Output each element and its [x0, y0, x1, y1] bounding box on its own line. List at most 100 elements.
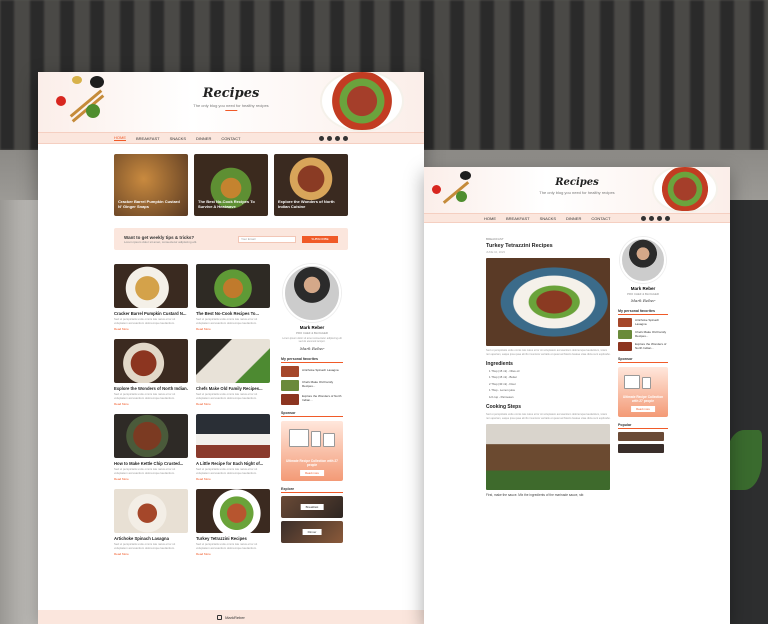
device-mockup: [323, 432, 335, 447]
favorite-title[interactable]: Artichoke Spinach Lasagna: [635, 318, 668, 326]
instagram-icon[interactable]: [665, 216, 670, 221]
recipe-image[interactable]: [196, 339, 270, 383]
favorites-heading: My personal favorites: [618, 309, 668, 315]
recipe-title[interactable]: A Little Recipe for Each Night of...: [196, 461, 270, 466]
recipe-card[interactable]: Explore the Wonders of North Indian... S…: [114, 339, 188, 406]
site-logo[interactable]: Recipes The only blog you need for healt…: [193, 86, 269, 111]
nav-snacks[interactable]: SNACKS: [170, 136, 186, 141]
featured-post[interactable]: Cracker Barrel Pumpkin Custard N' Ginger…: [114, 154, 188, 216]
header-decoration-left: [52, 74, 112, 130]
popular-thumb[interactable]: [618, 432, 664, 441]
favorite-item[interactable]: Chefs Make Old Family Recipes...: [618, 330, 668, 339]
recipe-title[interactable]: Turkey Tetrazzini Recipes: [196, 536, 270, 541]
email-input[interactable]: Your Email: [238, 235, 296, 243]
sponsor-button[interactable]: Read more: [300, 469, 324, 476]
nav-contact[interactable]: CONTACT: [221, 136, 240, 141]
nav-dinner[interactable]: DINNER: [566, 216, 581, 221]
favorite-title[interactable]: Chefs Make Old Family Recipes...: [635, 330, 668, 338]
favorite-thumb[interactable]: [281, 365, 299, 377]
instagram-icon[interactable]: [217, 614, 223, 620]
youtube-icon[interactable]: [657, 216, 662, 221]
recipe-image[interactable]: [196, 264, 270, 308]
featured-post[interactable]: The Best No-Cook Recipes To Survive A He…: [194, 154, 268, 216]
author-avatar: [620, 237, 666, 283]
recipe-image[interactable]: [114, 489, 188, 533]
recipe-card[interactable]: Cracker Barrel Pumpkin Custard N... Sed …: [114, 264, 188, 331]
favorite-thumb[interactable]: [618, 342, 632, 351]
sponsor-banner[interactable]: Ultimate Recipe Collection with 27 peopl…: [281, 420, 343, 481]
favorite-thumb[interactable]: [281, 379, 299, 391]
recipe-title[interactable]: Artichoke Spinach Lasagna: [114, 536, 188, 541]
recipe-card[interactable]: Chefs Make Old Family Recipes... Sed ut …: [196, 339, 270, 406]
explore-button[interactable]: Breakfast: [300, 503, 324, 510]
read-more-link[interactable]: Read More: [196, 327, 270, 331]
favorite-item[interactable]: Chefs Make Old Family Recipes...: [281, 379, 343, 391]
nav-breakfast[interactable]: BREAKFAST: [136, 136, 160, 141]
read-more-link[interactable]: Read More: [196, 552, 270, 556]
favorite-item[interactable]: Artichoke Spinach Lasagna: [281, 365, 343, 377]
read-more-link[interactable]: Read More: [114, 477, 188, 481]
recipe-title[interactable]: Explore the Wonders of North Indian...: [114, 386, 188, 391]
twitter-icon[interactable]: [649, 216, 654, 221]
recipe-image[interactable]: [114, 414, 188, 458]
nav-contact[interactable]: CONTACT: [591, 216, 610, 221]
favorite-title[interactable]: Chefs Make Old Family Recipes...: [302, 381, 343, 388]
read-more-link[interactable]: Read More: [114, 327, 188, 331]
nav-breakfast[interactable]: BREAKFAST: [506, 216, 530, 221]
favorite-thumb[interactable]: [618, 318, 632, 327]
step-image: [486, 424, 610, 491]
favorite-item[interactable]: Explore the Wonders of North Indian...: [281, 393, 343, 405]
sponsor-button[interactable]: Read more: [631, 406, 655, 412]
homepage-mockup: Recipes The only blog you need for healt…: [38, 72, 424, 624]
favorite-title[interactable]: Artichoke Spinach Lasagna: [302, 369, 339, 373]
favorite-thumb[interactable]: [281, 393, 299, 405]
recipe-image[interactable]: [114, 264, 188, 308]
nav-home[interactable]: HOME: [114, 135, 126, 141]
recipe-card[interactable]: Turkey Tetrazzini Recipes Sed ut perspic…: [196, 489, 270, 556]
read-more-link[interactable]: Read More: [114, 402, 188, 406]
popular-thumb[interactable]: [618, 444, 664, 453]
twitter-icon[interactable]: [327, 136, 332, 141]
favorite-item[interactable]: Artichoke Spinach Lasagna: [618, 318, 668, 327]
recipe-title[interactable]: How to Make Kettle Chip Crusted...: [114, 461, 188, 466]
recipe-image[interactable]: [114, 339, 188, 383]
featured-post[interactable]: Explore the Wonders of North Indian Cuis…: [274, 154, 348, 216]
explore-button[interactable]: Dinner: [302, 528, 322, 535]
post-category[interactable]: BREAKFAST: [486, 237, 612, 241]
favorite-item[interactable]: Explore the Wonders of North Indian...: [618, 342, 668, 351]
header-food-plate: [320, 72, 404, 132]
sponsor-banner[interactable]: Ultimate Recipe Collection with 27 peopl…: [618, 367, 668, 417]
nav-snacks[interactable]: SNACKS: [540, 216, 556, 221]
recipe-card[interactable]: How to Make Kettle Chip Crusted... Sed u…: [114, 414, 188, 481]
footer-handle[interactable]: MarkReber: [225, 615, 245, 620]
read-more-link[interactable]: Read More: [196, 402, 270, 406]
recipe-title[interactable]: The Best No-Cook Recipes To...: [196, 311, 270, 316]
explore-card[interactable]: Breakfast: [281, 495, 343, 518]
recipe-excerpt: Sed ut perspiciatis unde omnis iste natu…: [114, 318, 176, 325]
read-more-link[interactable]: Read More: [196, 477, 270, 481]
instagram-icon[interactable]: [343, 136, 348, 141]
recipe-image[interactable]: [196, 489, 270, 533]
recipe-post-mockup: Recipes The only blog you need for healt…: [424, 167, 730, 624]
facebook-icon[interactable]: [319, 136, 324, 141]
youtube-icon[interactable]: [335, 136, 340, 141]
favorite-title[interactable]: Explore the Wonders of North Indian...: [302, 395, 343, 402]
site-logo[interactable]: Recipes The only blog you need for healt…: [539, 177, 614, 195]
favorite-title[interactable]: Explore the Wonders of North Indian...: [635, 342, 668, 350]
recipe-title[interactable]: Chefs Make Old Family Recipes...: [196, 386, 270, 391]
nav-dinner[interactable]: DINNER: [196, 136, 211, 141]
read-more-link[interactable]: Read More: [114, 552, 188, 556]
recipe-card[interactable]: A Little Recipe for Each Night of... Sed…: [196, 414, 270, 481]
steps-intro: Sed ut perspiciatis unde omnis iste natu…: [486, 413, 611, 420]
recipe-card[interactable]: Artichoke Spinach Lasagna Sed ut perspic…: [114, 489, 188, 556]
recipe-title[interactable]: Cracker Barrel Pumpkin Custard N...: [114, 311, 188, 316]
explore-card[interactable]: Dinner: [281, 520, 343, 543]
favorite-thumb[interactable]: [618, 330, 632, 339]
subscribe-button[interactable]: SUBSCRIBE: [302, 235, 338, 243]
recipe-image[interactable]: [196, 414, 270, 458]
site-footer: MarkReber: [38, 610, 424, 624]
facebook-icon[interactable]: [641, 216, 646, 221]
nav-home[interactable]: HOME: [484, 216, 496, 221]
author-name: Mark Reber: [630, 286, 656, 291]
recipe-card[interactable]: The Best No-Cook Recipes To... Sed ut pe…: [196, 264, 270, 331]
